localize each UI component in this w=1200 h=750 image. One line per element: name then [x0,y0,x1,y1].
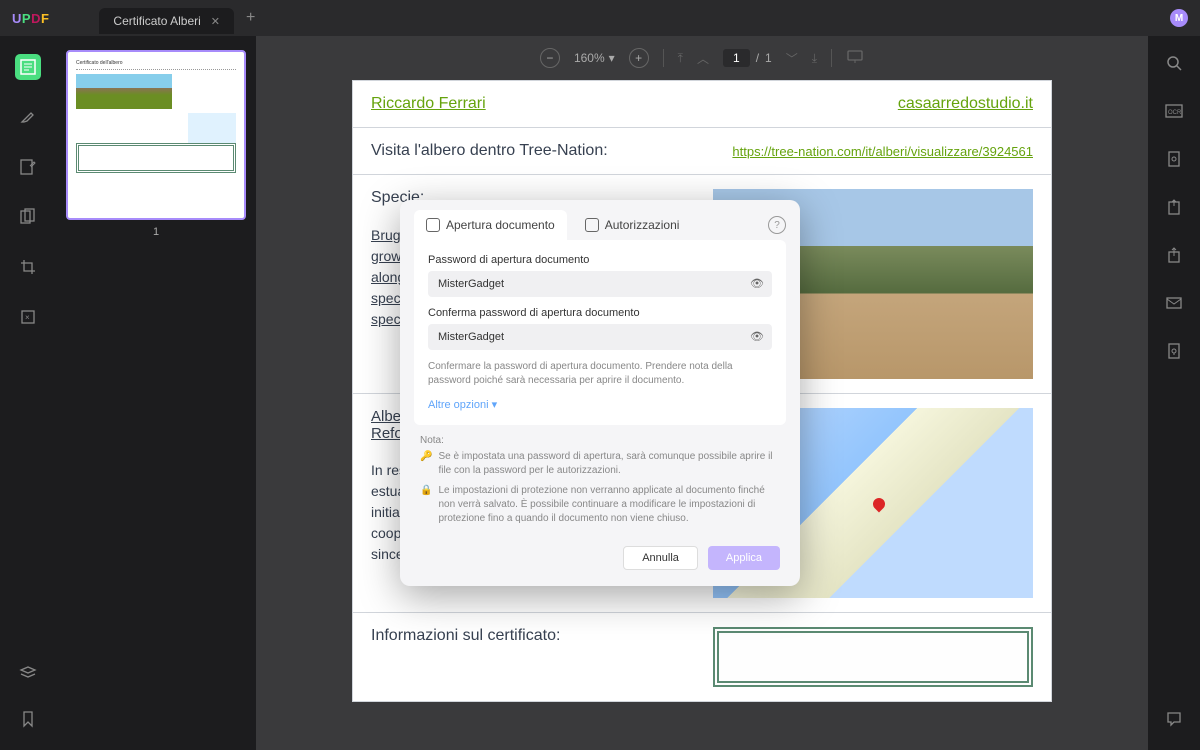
tab-open-document[interactable]: Apertura documento [414,210,567,240]
apply-button[interactable]: Applica [708,546,780,570]
lock-icon: 🔒 [420,484,432,526]
lock-doc-icon [426,218,440,232]
tab-permissions[interactable]: Autorizzazioni [573,210,692,240]
permissions-icon [585,218,599,232]
confirm-password-input[interactable] [428,324,772,350]
help-icon[interactable]: ? [768,216,786,234]
dialog-actions: Annulla Applica [400,542,800,586]
eye-icon[interactable]: 👁 [750,330,764,343]
dialog-body: Password di apertura documento 👁 Conferm… [414,240,786,425]
modal-overlay: Apertura documento Autorizzazioni ? Pass… [0,0,1200,750]
chevron-down-icon: ▾ [492,399,498,411]
cancel-button[interactable]: Annulla [623,546,698,570]
note-text: Se è impostata una password di apertura,… [438,450,780,478]
eye-icon[interactable]: 👁 [750,277,764,290]
password-label: Password di apertura documento [428,254,772,266]
confirm-help-text: Confermare la password di apertura docum… [428,360,772,388]
note-title: Nota: [420,435,780,446]
note-text: Le impostazioni di protezione non verran… [438,484,780,526]
key-icon: 🔑 [420,450,432,478]
dialog-tabs: Apertura documento Autorizzazioni ? [400,200,800,240]
dialog-notes: Nota: 🔑Se è impostata una password di ap… [400,425,800,542]
more-options-link[interactable]: Altre opzioni ▾ [428,398,772,411]
confirm-password-label: Conferma password di apertura documento [428,307,772,319]
password-dialog: Apertura documento Autorizzazioni ? Pass… [400,200,800,586]
password-input[interactable] [428,271,772,297]
